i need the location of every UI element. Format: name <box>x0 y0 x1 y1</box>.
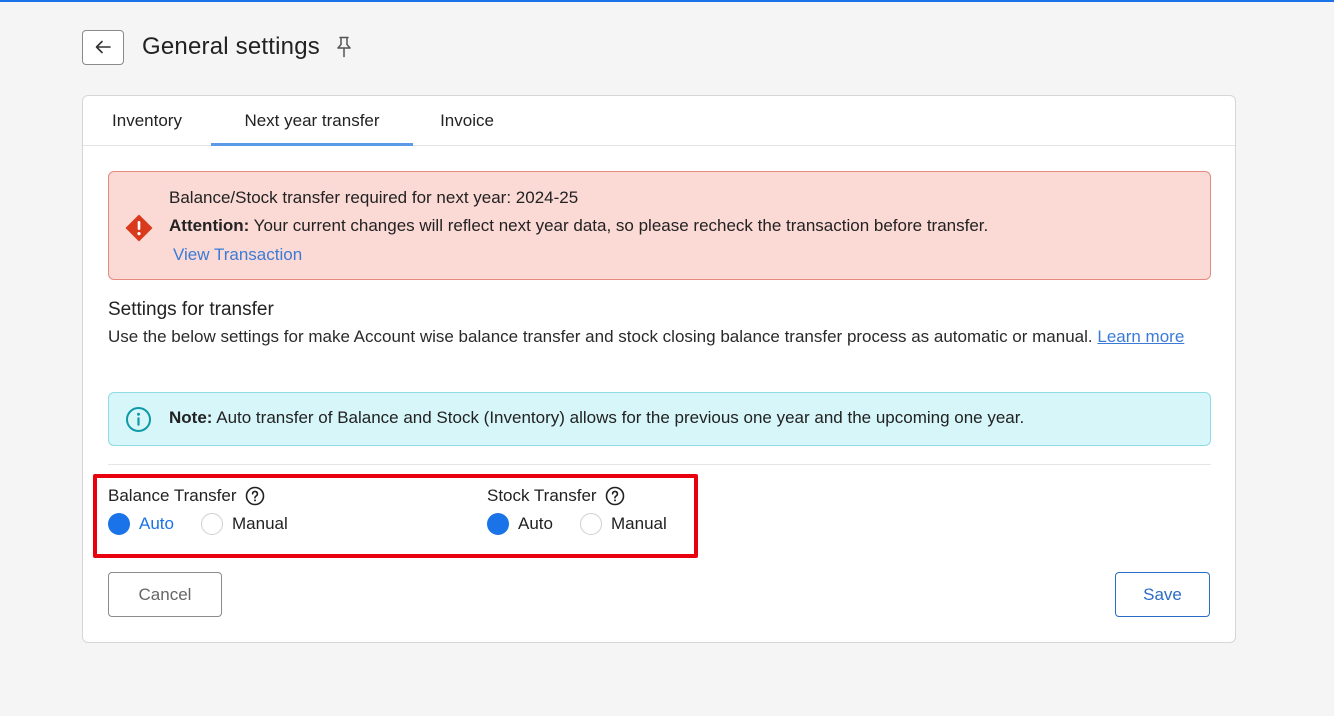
top-accent-line <box>0 0 1334 2</box>
description-text: Use the below settings for make Account … <box>108 327 1093 346</box>
note-body: Auto transfer of Balance and Stock (Inve… <box>212 408 1025 427</box>
page-title: General settings <box>142 33 320 60</box>
page-header: General settings <box>82 29 352 65</box>
balance-manual-radio[interactable]: Manual <box>201 513 288 535</box>
question-circle-icon[interactable] <box>245 486 265 506</box>
info-circle-icon <box>126 407 151 432</box>
radio-label: Manual <box>232 514 288 533</box>
attention-label: Attention: <box>169 216 250 235</box>
note-text: Note: Auto transfer of Balance and Stock… <box>169 408 1024 428</box>
radio-selected <box>487 513 509 535</box>
pin-button[interactable] <box>336 36 352 58</box>
arrow-left-icon <box>95 40 111 54</box>
radio-label: Auto <box>139 514 174 533</box>
pin-icon <box>337 36 351 58</box>
balance-auto-radio[interactable]: Auto <box>108 513 174 535</box>
warning-diamond-icon <box>125 214 153 242</box>
view-transaction-link[interactable]: View Transaction <box>173 245 302 265</box>
alert-title: Balance/Stock transfer required for next… <box>169 188 579 207</box>
cancel-button[interactable]: Cancel <box>108 572 222 617</box>
stock-auto-radio[interactable]: Auto <box>487 513 553 535</box>
divider <box>108 464 1211 465</box>
tab-inventory[interactable]: Inventory <box>85 96 209 146</box>
tab-invoice[interactable]: Invoice <box>413 96 521 146</box>
radio-label: Manual <box>611 514 667 533</box>
question-circle-icon[interactable] <box>605 486 625 506</box>
stock-manual-radio[interactable]: Manual <box>580 513 667 535</box>
tab-next-year-transfer[interactable]: Next year transfer <box>211 96 413 146</box>
stock-transfer-text: Stock Transfer <box>487 486 597 505</box>
radio-unselected <box>580 513 602 535</box>
section-title: Settings for transfer <box>108 299 274 320</box>
back-button[interactable] <box>82 29 124 65</box>
alert-attention: Attention: Your current changes will ref… <box>169 216 988 236</box>
balance-transfer-text: Balance Transfer <box>108 486 237 505</box>
transfer-alert: Balance/Stock transfer required for next… <box>108 171 1211 280</box>
save-button[interactable]: Save <box>1115 572 1210 617</box>
info-note: Note: Auto transfer of Balance and Stock… <box>108 392 1211 446</box>
note-label: Note: <box>169 408 213 427</box>
radio-label: Auto <box>518 514 553 533</box>
radio-selected <box>108 513 130 535</box>
settings-card: Inventory Next year transfer Invoice Bal… <box>82 95 1236 643</box>
tab-bar: Inventory Next year transfer Invoice <box>83 96 1235 146</box>
balance-transfer-label: Balance Transfer <box>108 486 265 506</box>
learn-more-link[interactable]: Learn more <box>1097 327 1184 346</box>
radio-unselected <box>201 513 223 535</box>
stock-transfer-label: Stock Transfer <box>487 486 625 506</box>
attention-text: Your current changes will reflect next y… <box>249 216 989 235</box>
section-description: Use the below settings for make Account … <box>108 324 1208 350</box>
